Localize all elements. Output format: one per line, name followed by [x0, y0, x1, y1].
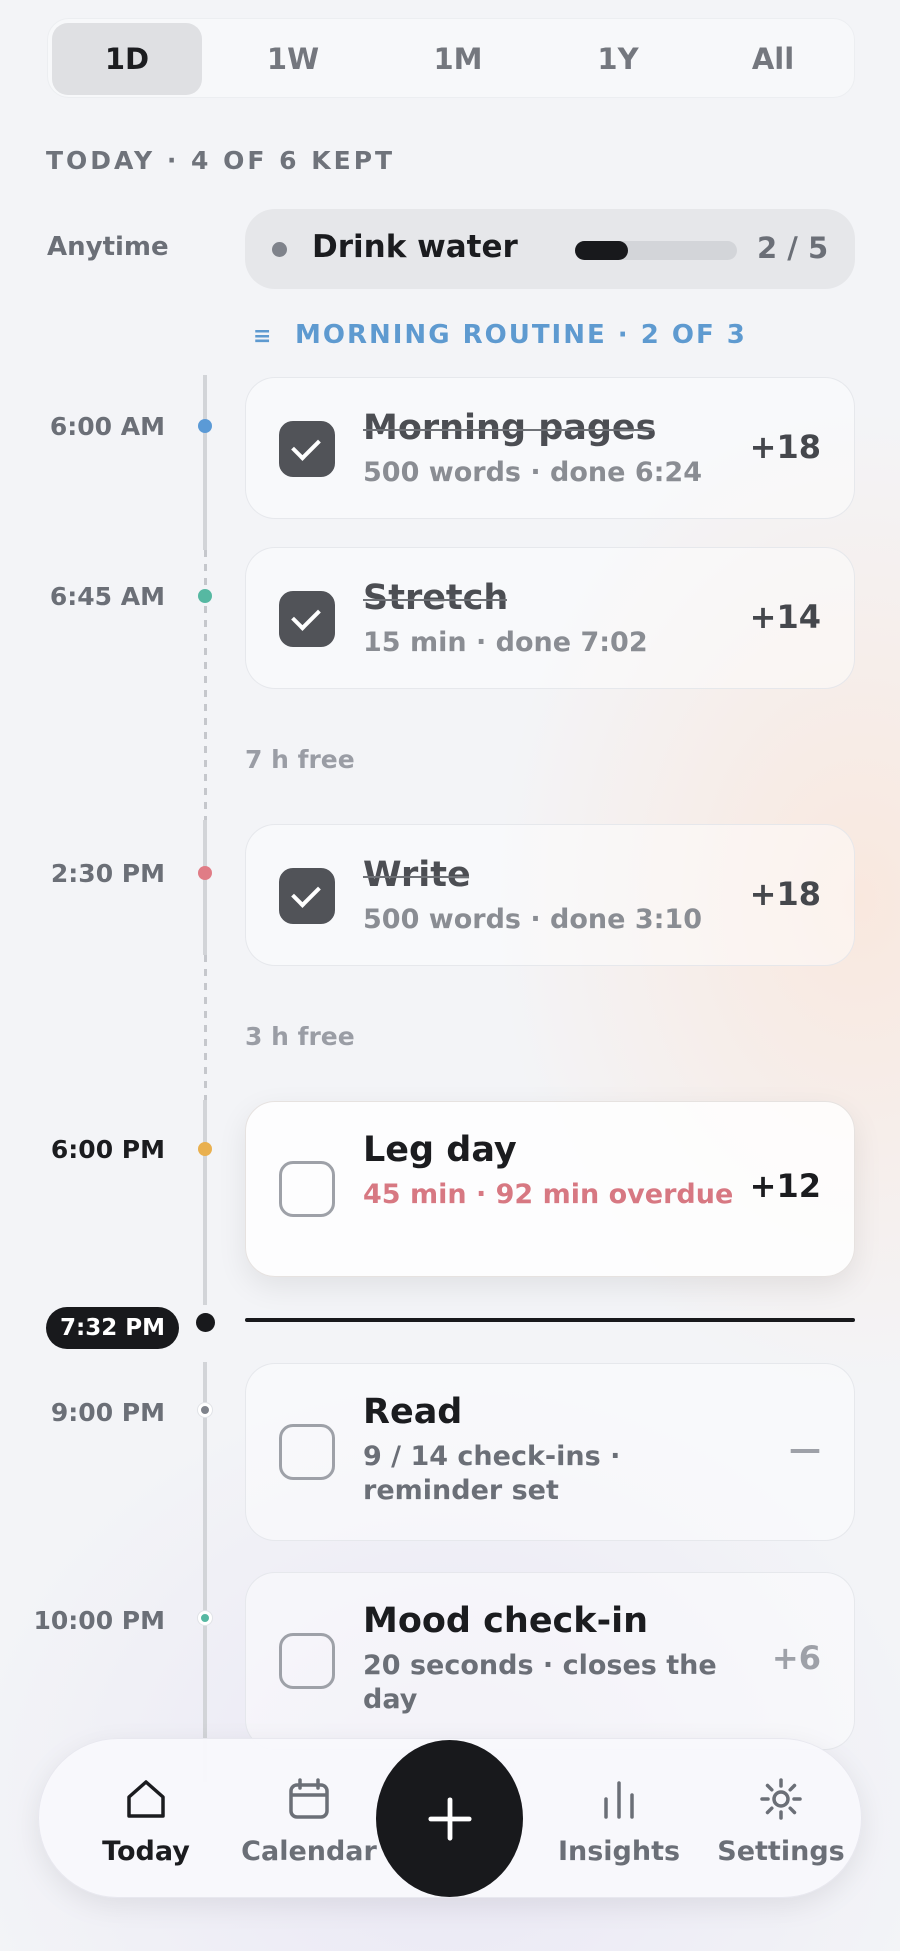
time-label: 9:00 PM [50, 1398, 165, 1427]
strikethrough-line [363, 599, 507, 601]
task-checkbox[interactable] [279, 1633, 335, 1689]
timeline-rail [203, 1100, 207, 1305]
task-points: +18 [749, 875, 821, 913]
task-points: +12 [749, 1167, 821, 1205]
task-subtitle: 9 / 14 check-ins · reminder set [363, 1441, 621, 1506]
nav-label: Settings [717, 1836, 845, 1867]
task-points: +6 [771, 1639, 821, 1677]
gear-icon [760, 1778, 802, 1820]
nav-today[interactable]: Today [71, 1739, 221, 1899]
nav-settings[interactable]: Settings [706, 1739, 856, 1899]
habit-progress-bar [575, 241, 737, 260]
calendar-icon [289, 1778, 329, 1819]
habit-progress-fill [575, 241, 629, 260]
task-points: — [789, 1430, 821, 1468]
task-title: Leg day [363, 1130, 517, 1170]
timeline-rail [203, 375, 207, 550]
timeline-dot [198, 866, 212, 880]
task-subtitle-overdue: 45 min · 92 min overdue [363, 1179, 734, 1210]
task-subtitle: 15 min · done 7:02 [363, 627, 648, 658]
tab-1w[interactable]: 1W [218, 23, 368, 95]
nav-label: Insights [557, 1836, 681, 1867]
task-card-mood-check-in[interactable]: Mood check-in 20 seconds · closes the da… [245, 1572, 855, 1750]
task-checkbox-checked[interactable] [279, 868, 335, 924]
free-time-label: 3 h free [245, 1022, 355, 1051]
time-label: 2:30 PM [50, 859, 165, 888]
task-card-leg-day[interactable]: Leg day 45 min · 92 min overdue +12 [245, 1101, 855, 1277]
strikethrough-line [363, 429, 653, 431]
habit-name: Drink water [312, 229, 518, 265]
tab-1m[interactable]: 1M [383, 23, 533, 95]
anytime-label: Anytime [47, 232, 169, 262]
plus-icon [427, 1796, 472, 1841]
routine-header-label: MORNING ROUTINE · 2 OF 3 [295, 320, 747, 350]
task-card-morning-pages[interactable]: Morning pages 500 words · done 6:24 +18 [245, 377, 855, 519]
time-label: 6:45 AM [49, 582, 165, 611]
time-label: 6:00 AM [49, 412, 165, 441]
task-card-stretch[interactable]: Stretch 15 min · done 7:02 +14 [245, 547, 855, 689]
task-checkbox[interactable] [279, 1424, 335, 1480]
task-subtitle: 500 words · done 6:24 [363, 457, 702, 488]
timeline-dot [198, 419, 212, 433]
timeline-dot [198, 1403, 212, 1417]
task-title: Morning pages [363, 408, 657, 448]
habit-count: 2 / 5 [757, 231, 829, 265]
timeline-rail [203, 820, 207, 955]
task-card-write[interactable]: Write 500 words · done 3:10 +18 [245, 824, 855, 966]
task-checkbox-checked[interactable] [279, 591, 335, 647]
home-icon [127, 1780, 165, 1818]
habit-dot-icon [272, 242, 287, 257]
task-points: +18 [749, 428, 821, 466]
tab-all[interactable]: All [698, 23, 848, 95]
timeline-dot [198, 1611, 212, 1625]
bar-chart-icon [604, 1781, 634, 1819]
task-subtitle: 20 seconds · closes the day [363, 1650, 717, 1715]
nav-calendar[interactable]: Calendar [234, 1739, 384, 1899]
task-subtitle: 500 words · done 3:10 [363, 904, 702, 935]
time-label: 10:00 PM [33, 1606, 165, 1635]
tab-1d[interactable]: 1D [52, 23, 202, 95]
nav-label: Calendar [241, 1836, 377, 1867]
tab-1y[interactable]: 1Y [543, 23, 693, 95]
timeline-rail-free [204, 955, 207, 1100]
task-checkbox-checked[interactable] [279, 421, 335, 477]
timeline-dot [198, 1142, 212, 1156]
current-time-pill: 7:32 PM [46, 1307, 179, 1349]
task-card-read[interactable]: Read 9 / 14 check-ins · reminder set — [245, 1363, 855, 1541]
task-title: Read [363, 1392, 463, 1432]
today-summary: TODAY · 4 OF 6 KEPT [46, 146, 396, 175]
current-time-line [245, 1318, 855, 1322]
current-time-dot [196, 1313, 215, 1332]
task-title: Mood check-in [363, 1601, 649, 1641]
strikethrough-line [363, 876, 469, 878]
routine-header[interactable]: ≡ MORNING ROUTINE · 2 OF 3 [253, 320, 747, 350]
free-time-label: 7 h free [245, 745, 355, 774]
add-button[interactable] [376, 1740, 523, 1897]
period-tabs: 1D 1W 1M 1Y All [47, 18, 855, 98]
timeline-rail [203, 1362, 207, 1782]
nav-insights[interactable]: Insights [544, 1739, 694, 1899]
task-checkbox[interactable] [279, 1161, 335, 1217]
task-points: +14 [749, 598, 821, 636]
timeline-dot [198, 589, 212, 603]
anytime-habit-drink-water[interactable]: Drink water 2 / 5 [245, 209, 855, 289]
list-icon: ≡ [253, 324, 274, 349]
task-title: Write [363, 855, 471, 895]
time-label: 6:00 PM [50, 1135, 165, 1164]
nav-label: Today [102, 1836, 190, 1867]
task-title: Stretch [363, 578, 509, 618]
